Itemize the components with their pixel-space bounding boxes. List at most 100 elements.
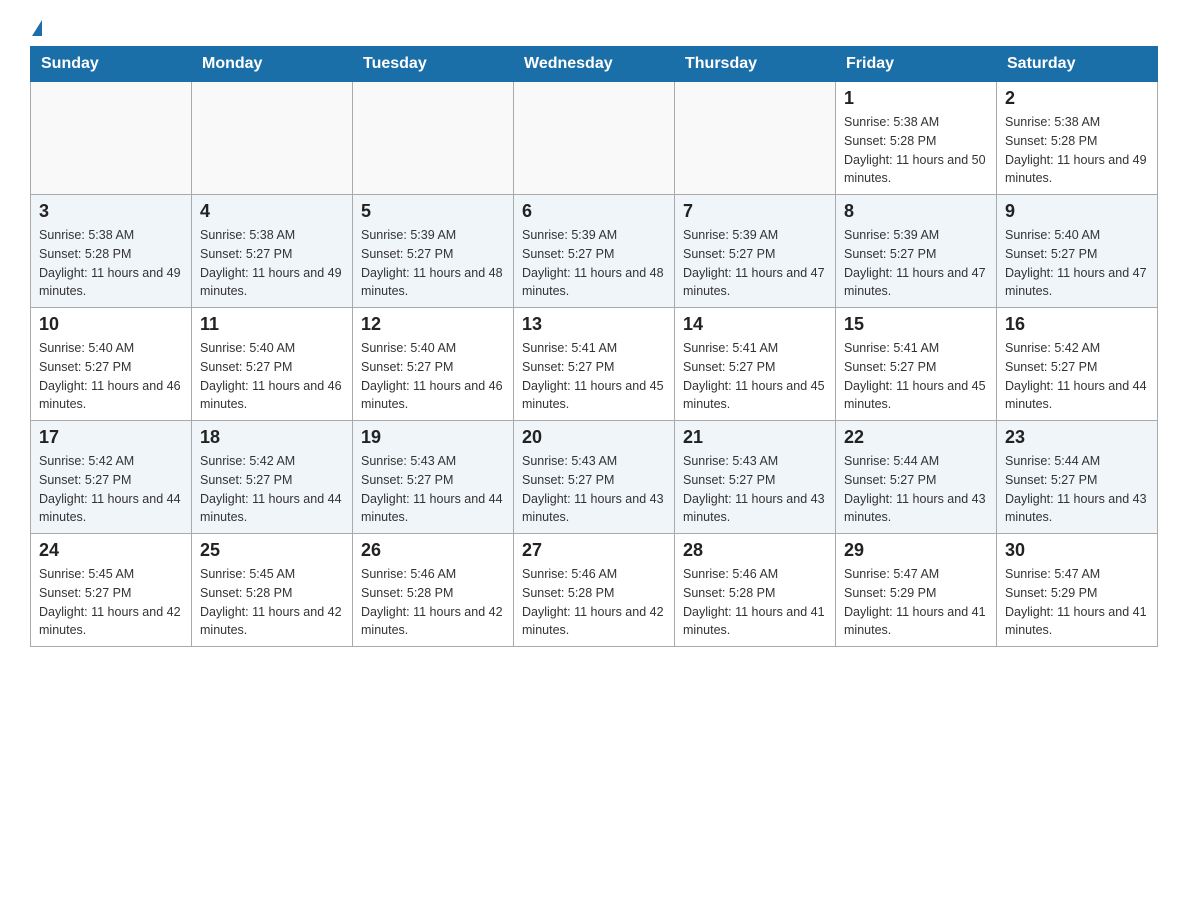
calendar-cell: 19 Sunrise: 5:43 AMSunset: 5:27 PMDayligh… (353, 421, 514, 534)
calendar-week-row: 3Sunrise: 5:38 AMSunset: 5:28 PMDaylight… (31, 195, 1158, 308)
day-number: 7 (683, 201, 827, 222)
calendar-cell: 24 Sunrise: 5:45 AMSunset: 5:27 PMDayligh… (31, 534, 192, 647)
calendar-cell: 2 Sunrise: 5:38 AMSunset: 5:28 PMDaylight… (997, 82, 1158, 195)
calendar-cell: 6 Sunrise: 5:39 AMSunset: 5:27 PMDaylight… (514, 195, 675, 308)
calendar-cell: 8 Sunrise: 5:39 AMSunset: 5:27 PMDaylight… (836, 195, 997, 308)
day-info: Sunrise: 5:42 AMSunset: 5:27 PMDaylight:… (39, 452, 183, 527)
day-number: 19 (361, 427, 505, 448)
calendar-cell: 28 Sunrise: 5:46 AMSunset: 5:28 PMDayligh… (675, 534, 836, 647)
day-number: 5 (361, 201, 505, 222)
calendar-cell: 11 Sunrise: 5:40 AMSunset: 5:27 PMDayligh… (192, 308, 353, 421)
page-header (30, 20, 1158, 36)
day-number: 24 (39, 540, 183, 561)
day-number: 14 (683, 314, 827, 335)
calendar-week-row: 1 Sunrise: 5:38 AMSunset: 5:28 PMDaylight… (31, 82, 1158, 195)
day-number: 23 (1005, 427, 1149, 448)
calendar-week-row: 10 Sunrise: 5:40 AMSunset: 5:27 PMDayligh… (31, 308, 1158, 421)
day-info: Sunrise: 5:45 AMSunset: 5:28 PMDaylight:… (200, 565, 344, 640)
calendar-cell: 15 Sunrise: 5:41 AMSunset: 5:27 PMDayligh… (836, 308, 997, 421)
day-number: 16 (1005, 314, 1149, 335)
calendar-header-row: SundayMondayTuesdayWednesdayThursdayFrid… (31, 47, 1158, 82)
day-info: Sunrise: 5:43 AMSunset: 5:27 PMDaylight:… (361, 452, 505, 527)
logo-triangle-icon (32, 20, 42, 36)
calendar-week-row: 17 Sunrise: 5:42 AMSunset: 5:27 PMDayligh… (31, 421, 1158, 534)
day-info: Sunrise: 5:46 AMSunset: 5:28 PMDaylight:… (361, 565, 505, 640)
day-info: Sunrise: 5:39 AMSunset: 5:27 PMDaylight:… (844, 226, 988, 301)
day-info: Sunrise: 5:42 AMSunset: 5:27 PMDaylight:… (1005, 339, 1149, 414)
day-info: Sunrise: 5:38 AMSunset: 5:28 PMDaylight:… (39, 226, 183, 301)
calendar-cell: 17 Sunrise: 5:42 AMSunset: 5:27 PMDayligh… (31, 421, 192, 534)
calendar-cell: 22 Sunrise: 5:44 AMSunset: 5:27 PMDayligh… (836, 421, 997, 534)
calendar-cell: 5 Sunrise: 5:39 AMSunset: 5:27 PMDaylight… (353, 195, 514, 308)
day-info: Sunrise: 5:40 AMSunset: 5:27 PMDaylight:… (200, 339, 344, 414)
day-info: Sunrise: 5:47 AMSunset: 5:29 PMDaylight:… (1005, 565, 1149, 640)
day-info: Sunrise: 5:44 AMSunset: 5:27 PMDaylight:… (1005, 452, 1149, 527)
calendar-header-sunday: Sunday (31, 47, 192, 82)
calendar-cell: 10 Sunrise: 5:40 AMSunset: 5:27 PMDayligh… (31, 308, 192, 421)
day-number: 10 (39, 314, 183, 335)
calendar-cell: 27 Sunrise: 5:46 AMSunset: 5:28 PMDayligh… (514, 534, 675, 647)
day-number: 12 (361, 314, 505, 335)
calendar-cell (192, 82, 353, 195)
day-info: Sunrise: 5:39 AMSunset: 5:27 PMDaylight:… (522, 226, 666, 301)
day-info: Sunrise: 5:41 AMSunset: 5:27 PMDaylight:… (844, 339, 988, 414)
calendar-header-friday: Friday (836, 47, 997, 82)
calendar-cell: 7 Sunrise: 5:39 AMSunset: 5:27 PMDaylight… (675, 195, 836, 308)
calendar-header-tuesday: Tuesday (353, 47, 514, 82)
calendar-cell: 4 Sunrise: 5:38 AMSunset: 5:27 PMDaylight… (192, 195, 353, 308)
day-number: 11 (200, 314, 344, 335)
day-number: 22 (844, 427, 988, 448)
day-number: 18 (200, 427, 344, 448)
day-info: Sunrise: 5:42 AMSunset: 5:27 PMDaylight:… (200, 452, 344, 527)
day-number: 30 (1005, 540, 1149, 561)
calendar-cell: 18 Sunrise: 5:42 AMSunset: 5:27 PMDayligh… (192, 421, 353, 534)
day-number: 29 (844, 540, 988, 561)
day-number: 28 (683, 540, 827, 561)
day-number: 25 (200, 540, 344, 561)
calendar-cell: 1Sunrise: 5:38 AMSunset: 5:28 PMDaylight… (836, 82, 997, 195)
calendar-header-saturday: Saturday (997, 47, 1158, 82)
day-info: Sunrise: 5:47 AMSunset: 5:29 PMDaylight:… (844, 565, 988, 640)
calendar-cell: 12 Sunrise: 5:40 AMSunset: 5:27 PMDayligh… (353, 308, 514, 421)
calendar-cell: 9Sunrise: 5:40 AMSunset: 5:27 PMDaylight… (997, 195, 1158, 308)
calendar-cell: 16 Sunrise: 5:42 AMSunset: 5:27 PMDayligh… (997, 308, 1158, 421)
day-info: Sunrise: 5:40 AMSunset: 5:27 PMDaylight:… (361, 339, 505, 414)
day-number: 21 (683, 427, 827, 448)
day-number: 6 (522, 201, 666, 222)
day-info: Sunrise: 5:40 AMSunset: 5:27 PMDaylight:… (39, 339, 183, 414)
day-number: 1 (844, 88, 988, 109)
day-info: Sunrise: 5:43 AMSunset: 5:27 PMDaylight:… (683, 452, 827, 527)
day-info: Sunrise: 5:43 AMSunset: 5:27 PMDaylight:… (522, 452, 666, 527)
day-number: 8 (844, 201, 988, 222)
day-info: Sunrise: 5:44 AMSunset: 5:27 PMDaylight:… (844, 452, 988, 527)
day-number: 17 (39, 427, 183, 448)
day-number: 20 (522, 427, 666, 448)
day-info: Sunrise: 5:38 AMSunset: 5:28 PMDaylight:… (1005, 113, 1149, 188)
day-info: Sunrise: 5:39 AMSunset: 5:27 PMDaylight:… (683, 226, 827, 301)
calendar-cell (31, 82, 192, 195)
day-info: Sunrise: 5:38 AMSunset: 5:27 PMDaylight:… (200, 226, 344, 301)
day-number: 2 (1005, 88, 1149, 109)
day-number: 4 (200, 201, 344, 222)
day-number: 26 (361, 540, 505, 561)
day-number: 13 (522, 314, 666, 335)
day-info: Sunrise: 5:45 AMSunset: 5:27 PMDaylight:… (39, 565, 183, 640)
day-info: Sunrise: 5:46 AMSunset: 5:28 PMDaylight:… (683, 565, 827, 640)
day-number: 15 (844, 314, 988, 335)
day-info: Sunrise: 5:39 AMSunset: 5:27 PMDaylight:… (361, 226, 505, 301)
calendar-cell: 13 Sunrise: 5:41 AMSunset: 5:27 PMDayligh… (514, 308, 675, 421)
day-number: 9 (1005, 201, 1149, 222)
calendar-cell (353, 82, 514, 195)
calendar-cell: 3Sunrise: 5:38 AMSunset: 5:28 PMDaylight… (31, 195, 192, 308)
calendar-cell (514, 82, 675, 195)
day-info: Sunrise: 5:41 AMSunset: 5:27 PMDaylight:… (522, 339, 666, 414)
calendar-cell: 26 Sunrise: 5:46 AMSunset: 5:28 PMDayligh… (353, 534, 514, 647)
day-number: 27 (522, 540, 666, 561)
calendar-header-wednesday: Wednesday (514, 47, 675, 82)
calendar-week-row: 24 Sunrise: 5:45 AMSunset: 5:27 PMDayligh… (31, 534, 1158, 647)
logo (30, 20, 42, 36)
calendar-header-monday: Monday (192, 47, 353, 82)
calendar-cell: 25 Sunrise: 5:45 AMSunset: 5:28 PMDayligh… (192, 534, 353, 647)
calendar-cell: 23 Sunrise: 5:44 AMSunset: 5:27 PMDayligh… (997, 421, 1158, 534)
day-info: Sunrise: 5:46 AMSunset: 5:28 PMDaylight:… (522, 565, 666, 640)
